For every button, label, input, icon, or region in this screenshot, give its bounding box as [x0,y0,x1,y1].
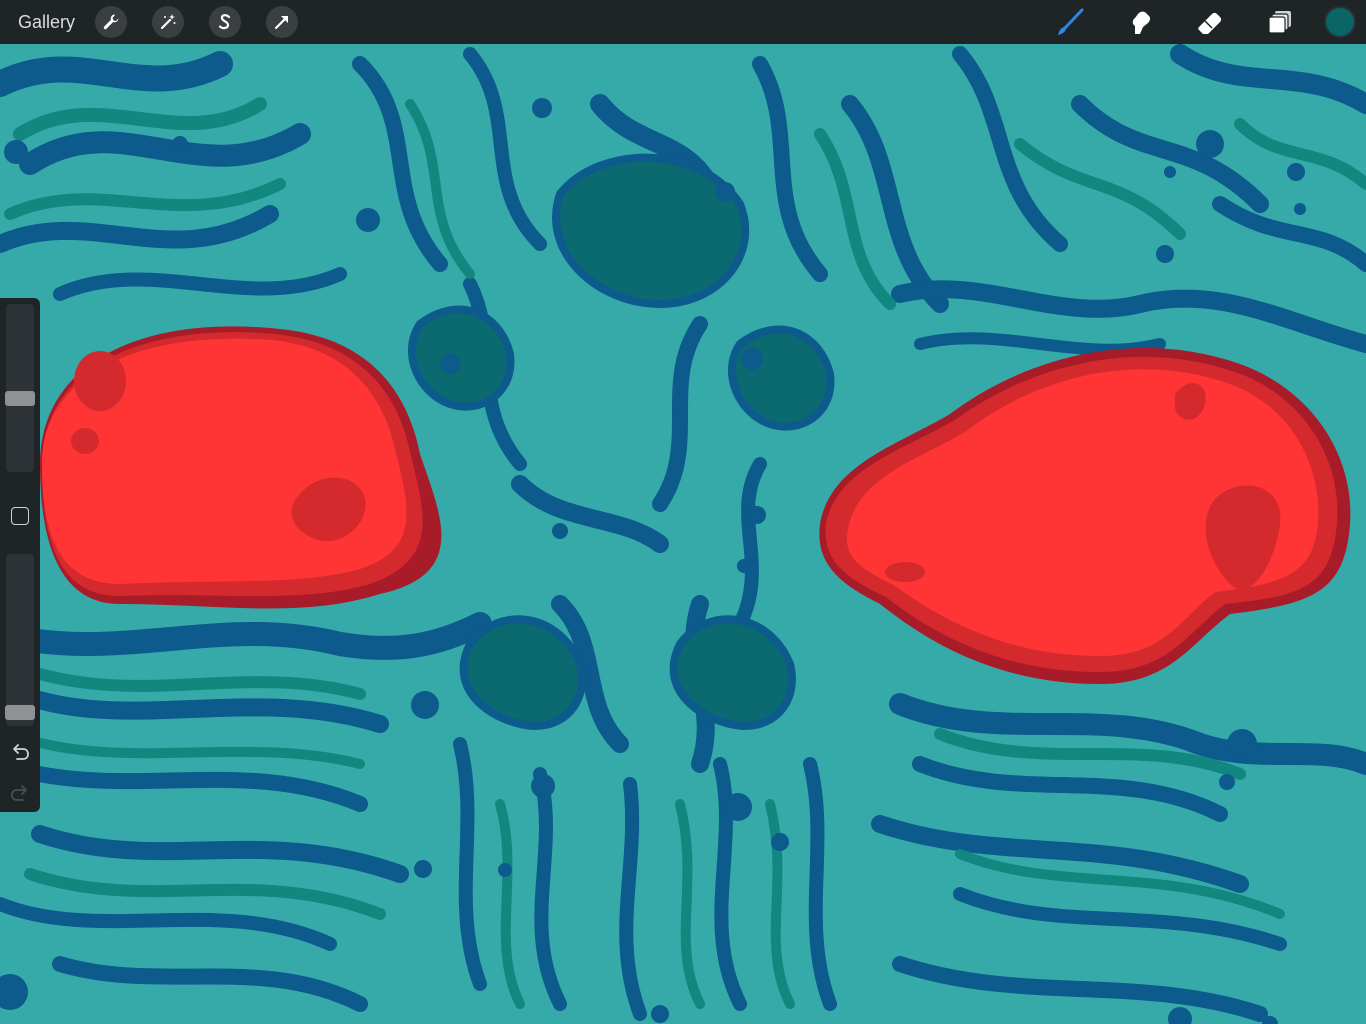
brush-tool-button[interactable] [1048,0,1092,44]
brush-size-slider-thumb[interactable] [5,391,35,407]
color-picker-button[interactable] [1324,6,1356,38]
right-toolbar [1022,0,1366,44]
opacity-slider[interactable] [6,554,34,726]
actions-button[interactable] [95,6,128,38]
selection-s-icon [218,14,231,30]
transform-button[interactable] [266,6,299,38]
adjustments-button[interactable] [152,6,185,38]
eraser-icon [1198,12,1222,34]
layers-icon [1268,11,1291,34]
gallery-button[interactable]: Gallery [18,12,75,33]
brush-size-slider[interactable] [6,304,34,472]
top-toolbar: Gallery [0,0,1366,44]
wrench-icon [103,14,119,30]
transform-arrow-icon [274,16,289,30]
opacity-slider-thumb[interactable] [5,704,35,720]
redo-icon[interactable] [9,782,31,804]
layers-button[interactable] [1258,0,1302,44]
magic-wand-icon [160,14,176,30]
smudge-icon [1132,11,1151,34]
drawing-canvas[interactable] [0,44,1366,1024]
brush-icon [1058,8,1084,35]
selection-button[interactable] [209,6,242,38]
modify-button[interactable] [11,507,29,525]
undo-icon[interactable] [9,741,31,763]
smudge-tool-button[interactable] [1118,0,1162,44]
left-sidebar [0,298,40,812]
eraser-tool-button[interactable] [1188,0,1232,44]
